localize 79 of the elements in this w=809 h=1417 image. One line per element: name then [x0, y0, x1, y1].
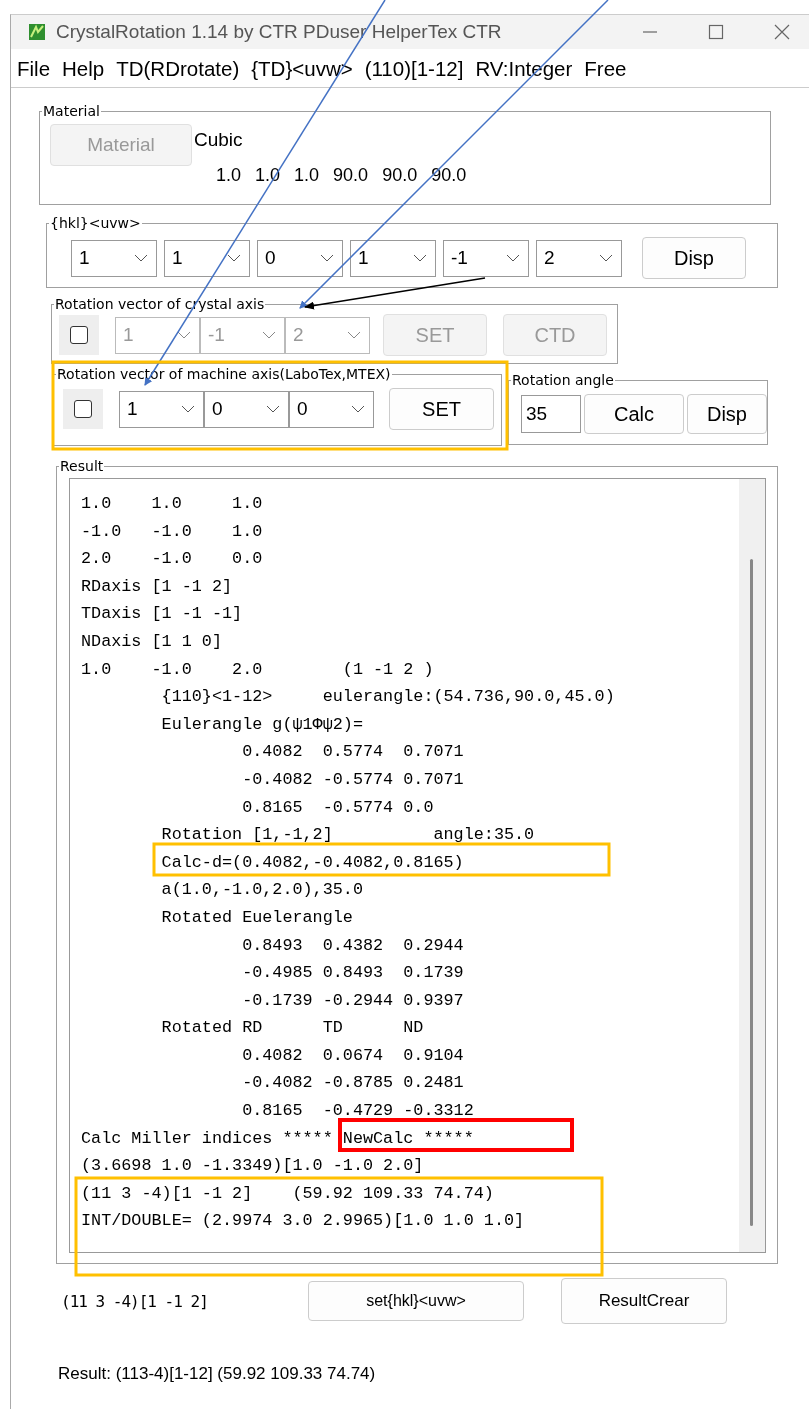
dropdown[interactable]: 1	[350, 239, 436, 277]
caret-icon	[134, 254, 148, 262]
group-label: {hkl}<uvw>	[49, 215, 142, 231]
indices-text: (11 3 -4)[1 -1 2]	[61, 1291, 209, 1311]
checkbox[interactable]	[74, 400, 92, 418]
caret-icon	[177, 331, 191, 339]
action-button[interactable]: Disp	[687, 394, 767, 434]
result-line: Eulerangle g(ψ1Φψ2)=	[160, 714, 363, 734]
dropdown[interactable]: 1	[119, 390, 204, 428]
angle-field[interactable]: 35	[521, 395, 581, 433]
result-line: (3.6698 1.0 -1.3349)[1.0 -1.0 2.0]	[81, 1156, 424, 1176]
result-line: Calc-d=(0.4082,-0.4082,0.8165)	[160, 852, 464, 872]
result-summary: Result: (113-4)[1-12] (59.92 109.33 74.74)	[58, 1364, 377, 1384]
group-label: Rotation angle	[511, 372, 615, 388]
result-line: -0.4082 -0.5774 0.7071	[241, 769, 464, 789]
menu-item[interactable]: Free	[584, 57, 627, 81]
result-line: RDaxis [1 -1 2]	[81, 576, 233, 596]
result-line: 1.0 1.0 1.0	[81, 494, 263, 513]
lattice-parameter: 90.0	[431, 165, 467, 186]
result-line: (11 3 -4)[1 -1 2] (59.92 109.33 74.74)	[81, 1183, 494, 1203]
menu-item[interactable]: Help	[62, 57, 105, 81]
scrollbar[interactable]	[739, 479, 765, 1252]
dropdown[interactable]: 1	[164, 239, 250, 277]
lattice-parameter: 1.0	[294, 165, 320, 186]
dropdown[interactable]: -1	[443, 239, 529, 277]
result-line: a(1.0,-1.0,2.0),35.0	[160, 880, 363, 900]
caret-icon	[266, 405, 280, 413]
close-icon[interactable]	[774, 24, 790, 40]
result-line: 0.4082 0.5774 0.7071	[241, 742, 464, 762]
result-line: {110}<1-12> eulerangle:(54.736,90.0,45.0)	[160, 687, 615, 707]
result-line: TDaxis [1 -1 -1]	[81, 604, 243, 624]
result-line: 0.8165 -0.4729 -0.3312	[241, 1101, 474, 1121]
result-line: 1.0 -1.0 2.0 (1 -1 2 )	[81, 659, 434, 679]
caret-icon	[262, 331, 276, 339]
set-hkl-button[interactable]: set{hkl}<uvw>	[308, 1281, 524, 1321]
group-label: Result	[59, 458, 105, 474]
result-line: 0.4082 0.0674 0.9104	[241, 1045, 464, 1065]
result-line: 0.8165 -0.5774 0.0	[241, 797, 434, 817]
caret-icon	[320, 254, 334, 262]
disp-button[interactable]: Disp	[642, 237, 746, 279]
dropdown[interactable]: 0	[204, 390, 289, 428]
set-button[interactable]: SET	[389, 388, 494, 430]
result-line: -0.1739 -0.2944 0.9397	[241, 990, 464, 1010]
maximize-icon[interactable]	[708, 24, 724, 40]
caret-icon	[351, 405, 365, 413]
caret-icon	[599, 254, 613, 262]
result-line: Calc Miller indices ***** NewCalc *****	[81, 1128, 474, 1148]
action-button[interactable]: Calc	[584, 394, 684, 434]
result-line: -0.4082 -0.8785 0.2481	[241, 1073, 464, 1093]
result-line: 2.0 -1.0 0.0	[81, 549, 263, 569]
caret-icon	[413, 254, 427, 262]
menu-item[interactable]: File	[17, 57, 51, 81]
caret-icon	[181, 405, 195, 413]
window-title: CrystalRotation 1.14 by CTR PDuser HelperTex CTR	[56, 21, 502, 43]
app-icon	[28, 23, 46, 41]
dropdown[interactable]: 0	[289, 390, 374, 428]
menu-item[interactable]: TD(RDrotate)	[116, 57, 240, 81]
lattice-parameter: 90.0	[333, 165, 369, 186]
result-line: 0.8493 0.4382 0.2944	[241, 935, 464, 955]
result-line: Rotated RD TD ND	[160, 1018, 424, 1038]
result-line: -1.0 -1.0 1.0	[81, 521, 263, 541]
crystal-system: Cubic	[194, 129, 244, 151]
caret-icon	[347, 331, 361, 339]
caret-icon	[506, 254, 520, 262]
result-line: Rotated Euelerangle	[160, 907, 353, 927]
result-line: INT/DOUBLE= (2.9974 3.0 2.9965)[1.0 1.0 1.0]	[81, 1211, 525, 1231]
lattice-parameter: 90.0	[382, 165, 418, 186]
dropdown[interactable]: 0	[257, 239, 343, 277]
result-line: -0.4985 0.8493 0.1739	[241, 963, 464, 983]
dropdown[interactable]: 1	[71, 239, 157, 277]
lattice-parameter: 1.0	[216, 165, 242, 186]
caret-icon	[227, 254, 241, 262]
dropdown[interactable]: 2	[536, 239, 622, 277]
group-label: Material	[42, 103, 101, 119]
menu-item[interactable]: (110)[1-12]	[364, 57, 464, 81]
result-line: Rotation [1,-1,2] angle:35.0	[160, 825, 535, 845]
result-line: NDaxis [1 1 0]	[81, 631, 222, 651]
checkbox[interactable]	[70, 326, 88, 344]
result-clear-button[interactable]: ResultCrear	[561, 1278, 727, 1324]
